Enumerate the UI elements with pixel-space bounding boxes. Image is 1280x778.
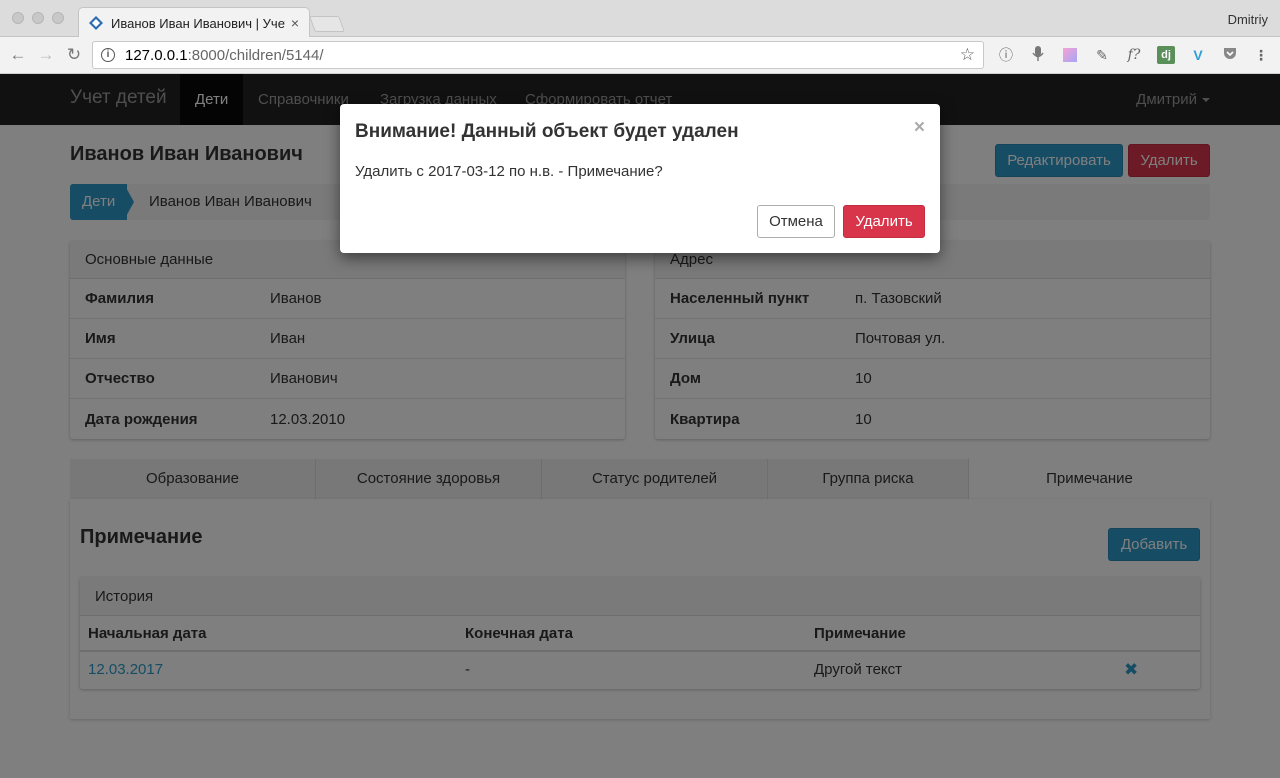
function-extension-icon[interactable]: f? [1125,46,1143,64]
confirm-delete-button[interactable]: Удалить [843,205,925,238]
color-extension-icon[interactable] [1061,46,1079,64]
url-path: :8000/children/5144/ [187,46,324,64]
reload-icon[interactable]: ↻ [64,45,84,65]
modal-title: Внимание! Данный объект будет удален [355,121,739,142]
browser-profile-name[interactable]: Dmitriy [1228,12,1268,27]
modal-close-icon[interactable]: × [914,117,925,139]
bookmark-star-icon[interactable]: ☆ [960,45,975,65]
tab-close-icon[interactable]: × [291,15,299,31]
microphone-icon[interactable] [1029,46,1047,64]
tab-title: Иванов Иван Иванович | Учет [111,15,285,31]
browser-titlebar: Иванов Иван Иванович | Учет × Dmitriy [0,0,1280,38]
maximize-window-button[interactable] [52,12,64,24]
extension-info-icon[interactable]: ⓘ [997,46,1015,64]
browser-tab[interactable]: Иванов Иван Иванович | Учет × [78,7,310,38]
site-info-icon[interactable]: i [101,48,115,62]
back-arrow-icon[interactable]: ← [8,45,28,65]
cancel-button[interactable]: Отмена [757,205,835,238]
minimize-window-button[interactable] [32,12,44,24]
new-tab-button[interactable] [309,16,345,32]
site-favicon-icon [89,16,103,30]
browser-toolbar: ← → ↻ i 127.0.0.1:8000/children/5144/ ☆ … [0,37,1280,74]
vue-extension-icon[interactable]: V [1189,46,1207,64]
pocket-icon[interactable] [1221,46,1239,64]
address-bar[interactable]: i 127.0.0.1:8000/children/5144/ ☆ [92,41,984,69]
modal-message: Удалить с 2017-03-12 по н.в. - Примечани… [355,163,663,180]
url-host: 127.0.0.1 [125,46,188,64]
django-extension-icon[interactable]: dj [1157,46,1175,64]
close-window-button[interactable] [12,12,24,24]
browser-menu-icon[interactable]: ⋮ [1252,46,1270,64]
confirm-delete-modal: Внимание! Данный объект будет удален × У… [340,104,940,253]
eyedropper-icon[interactable]: ✎ [1093,46,1111,64]
forward-arrow-icon[interactable]: → [36,45,56,65]
